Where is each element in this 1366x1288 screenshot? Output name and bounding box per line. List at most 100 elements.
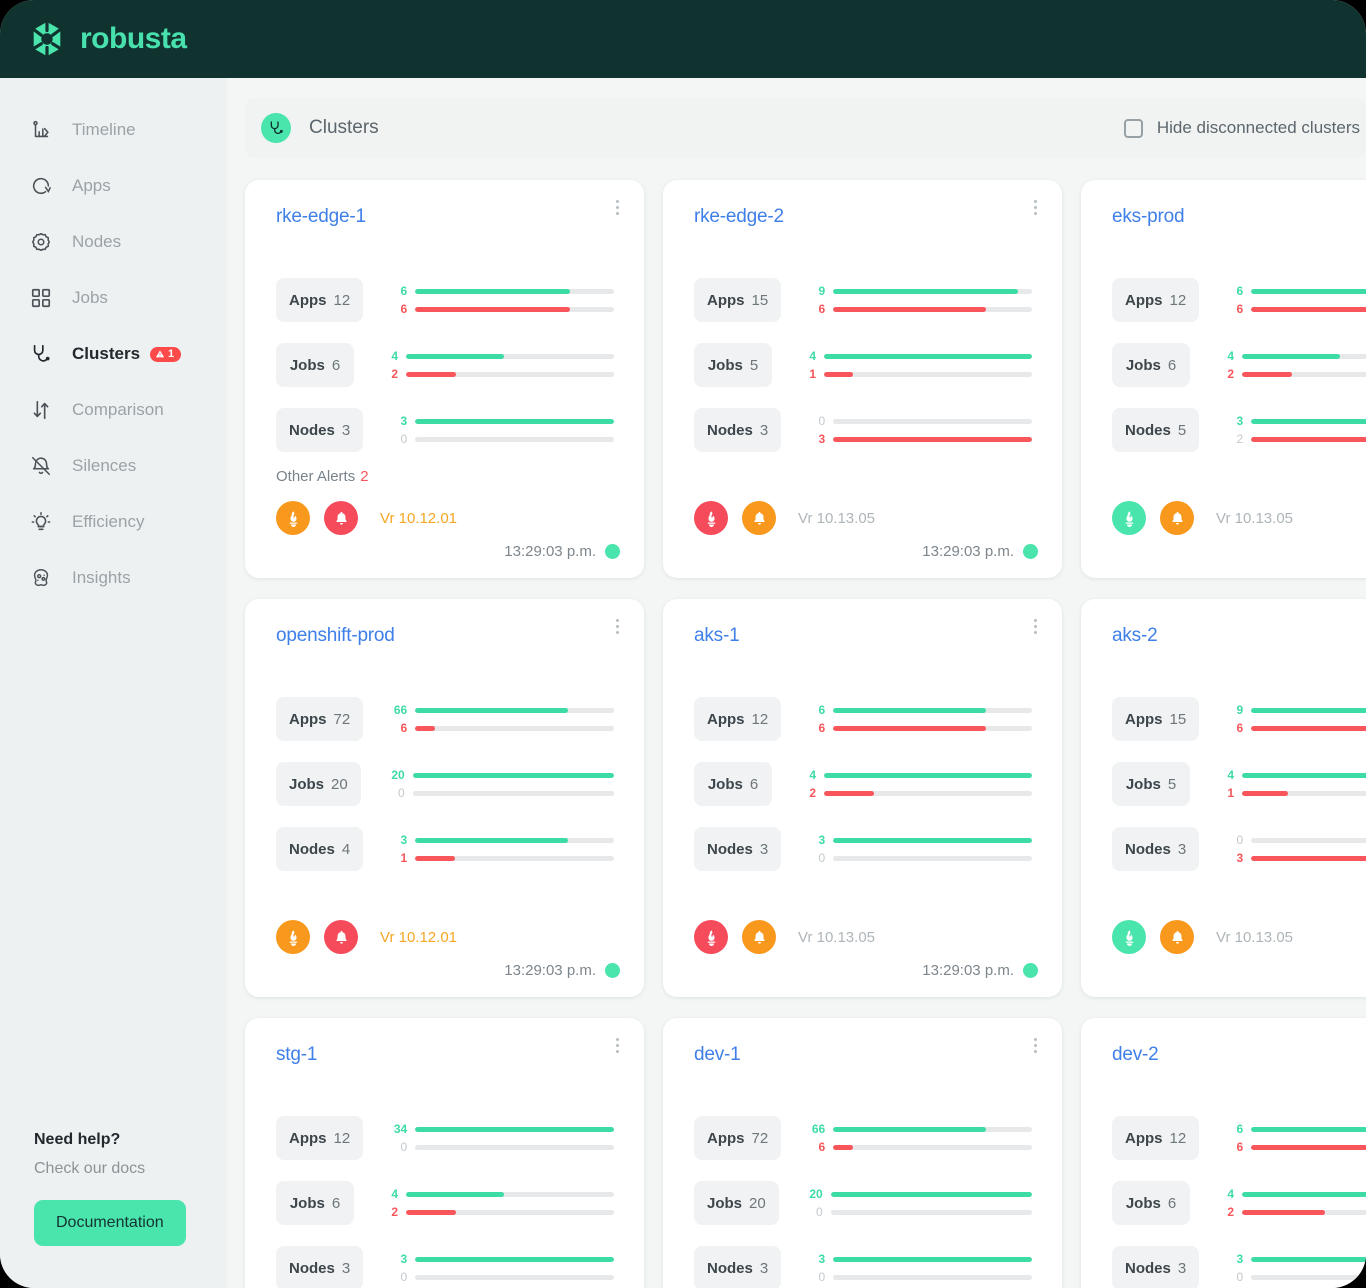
hide-disconnected-control[interactable]: Hide disconnected clusters xyxy=(1123,118,1366,138)
metric-chip-apps[interactable]: Apps 12 xyxy=(1112,1116,1200,1160)
bell-icon[interactable] xyxy=(324,920,358,954)
cluster-card[interactable]: openshift-prod Apps 72 66 6 Jobs 20 20 0 Nodes 4 3 1… xyxy=(245,599,644,997)
card-menu-icon[interactable] xyxy=(616,1038,620,1053)
sidebar-item-silences[interactable]: Silences xyxy=(0,438,227,494)
metric-chip-nodes[interactable]: Nodes 3 xyxy=(694,1246,782,1288)
sidebar-item-efficiency[interactable]: Efficiency xyxy=(0,494,227,550)
cluster-name-link[interactable]: rke-edge-2 xyxy=(694,206,784,227)
prometheus-icon[interactable] xyxy=(694,920,728,954)
metric-bar-value: 1 xyxy=(1227,786,1234,800)
cluster-name-link[interactable]: eks-prod xyxy=(1112,206,1185,227)
sidebar-item-timeline[interactable]: Timeline xyxy=(0,102,227,158)
metric-chip-nodes[interactable]: Nodes 5 xyxy=(1112,408,1200,452)
cluster-card[interactable]: rke-edge-2 Apps 15 9 6 Jobs 5 4 1 Nodes 3 0 3 Vr 10.1… xyxy=(663,180,1062,578)
metric-chip-nodes[interactable]: Nodes 3 xyxy=(276,1246,364,1288)
metric-bar-value: 6 xyxy=(400,284,408,298)
metric-chip-apps[interactable]: Apps 12 xyxy=(1112,278,1200,322)
cluster-card[interactable]: dev-1 Apps 72 66 6 Jobs 20 20 0 Nodes 3 3 0 xyxy=(663,1018,1062,1288)
metric-bars: 30 xyxy=(385,1250,614,1286)
metric-chip-jobs[interactable]: Jobs 5 xyxy=(1112,762,1190,806)
metric-chip-jobs[interactable]: Jobs 6 xyxy=(1112,343,1190,387)
metric-chip-nodes[interactable]: Nodes 3 xyxy=(694,827,782,871)
metric-chip-apps[interactable]: Apps 15 xyxy=(694,278,782,322)
card-menu-icon[interactable] xyxy=(616,200,620,215)
sidebar-item-nodes[interactable]: Nodes xyxy=(0,214,227,270)
bell-icon[interactable] xyxy=(324,501,358,535)
metric-bar-track xyxy=(1242,371,1366,377)
card-menu-icon[interactable] xyxy=(1034,1038,1038,1053)
metric-chip-jobs[interactable]: Jobs 5 xyxy=(694,343,772,387)
metric-chip-jobs[interactable]: Jobs 6 xyxy=(276,343,354,387)
cluster-card[interactable]: rke-edge-1 Apps 12 6 6 Jobs 6 4 2 Nodes 3 3 0 Other A… xyxy=(245,180,644,578)
metric-chip-nodes[interactable]: Nodes 3 xyxy=(276,408,364,452)
bell-icon[interactable] xyxy=(1160,920,1194,954)
metric-chip-jobs[interactable]: Jobs 6 xyxy=(694,762,772,806)
metric-count: 6 xyxy=(1167,1194,1177,1212)
metric-row: Nodes 3 0 3 xyxy=(1112,827,1366,871)
metric-chip-jobs[interactable]: Jobs 6 xyxy=(276,1181,354,1225)
cluster-name-link[interactable]: openshift-prod xyxy=(276,625,395,646)
metric-bar-track xyxy=(830,1191,1032,1197)
metric-label: Nodes xyxy=(289,840,335,858)
metric-bar-fill xyxy=(833,1144,854,1150)
sidebar-item-clusters[interactable]: Clusters 1 xyxy=(0,326,227,382)
metric-bar-value: 6 xyxy=(1236,302,1244,316)
cluster-name-link[interactable]: stg-1 xyxy=(276,1044,317,1065)
metric-chip-apps[interactable]: Apps 15 xyxy=(1112,697,1200,741)
card-footer: Vr 10.12.01 13:29:03 p.m. xyxy=(276,920,620,979)
metric-chip-nodes[interactable]: Nodes 3 xyxy=(694,408,782,452)
hide-disconnected-checkbox[interactable] xyxy=(1123,118,1143,138)
cluster-name-link[interactable]: dev-1 xyxy=(694,1044,741,1065)
metric-chip-jobs[interactable]: Jobs 20 xyxy=(694,1181,779,1225)
bell-icon[interactable] xyxy=(742,501,776,535)
sidebar-item-apps[interactable]: Apps xyxy=(0,158,227,214)
prometheus-icon[interactable] xyxy=(1112,501,1146,535)
metric-bar-line: 66 xyxy=(803,1120,1032,1138)
metric-chip-nodes[interactable]: Nodes 4 xyxy=(276,827,364,871)
card-menu-icon[interactable] xyxy=(616,619,620,634)
metric-chip-apps[interactable]: Apps 12 xyxy=(694,697,782,741)
cluster-card[interactable]: aks-1 Apps 12 6 6 Jobs 6 4 2 Nodes 3 3 0 Vr 10.13.05 1… xyxy=(663,599,1062,997)
card-menu-icon[interactable] xyxy=(1034,619,1038,634)
cluster-name-link[interactable]: rke-edge-1 xyxy=(276,206,366,227)
hide-disconnected-label: Hide disconnected clusters xyxy=(1156,118,1360,137)
metric-chip-apps[interactable]: Apps 72 xyxy=(276,697,364,741)
cluster-card[interactable]: stg-1 Apps 12 34 0 Jobs 6 4 2 Nodes 3 3 0 xyxy=(245,1018,644,1288)
sidebar-item-insights[interactable]: Insights xyxy=(0,550,227,606)
prometheus-icon[interactable] xyxy=(694,501,728,535)
cluster-card[interactable]: dev-2 Apps 12 6 6 Jobs 6 4 2 Nodes 3 3 0 xyxy=(1081,1018,1366,1288)
metric-chip-nodes[interactable]: Nodes 3 xyxy=(1112,827,1200,871)
metric-bar-line: 34 xyxy=(385,1120,614,1138)
metric-row: Jobs 20 20 0 xyxy=(276,762,614,806)
metric-bar-line: 6 xyxy=(385,300,614,318)
card-menu-icon[interactable] xyxy=(1034,200,1038,215)
cluster-name-link[interactable]: aks-1 xyxy=(694,625,740,646)
metric-bar-line: 3 xyxy=(803,1250,1032,1268)
metric-chip-jobs[interactable]: Jobs 6 xyxy=(1112,1181,1190,1225)
prometheus-icon[interactable] xyxy=(276,920,310,954)
sidebar-item-jobs[interactable]: Jobs xyxy=(0,270,227,326)
cluster-name-link[interactable]: aks-2 xyxy=(1112,625,1158,646)
metric-chip-apps[interactable]: Apps 12 xyxy=(276,1116,364,1160)
metric-bars: 96 xyxy=(803,282,1032,318)
bell-icon[interactable] xyxy=(742,920,776,954)
prometheus-icon[interactable] xyxy=(1112,920,1146,954)
metric-bar-track xyxy=(833,1274,1032,1280)
metric-chip-apps[interactable]: Apps 72 xyxy=(694,1116,782,1160)
metric-chip-apps[interactable]: Apps 12 xyxy=(276,278,364,322)
cluster-version: Vr 10.13.05 xyxy=(798,509,875,527)
bell-icon[interactable] xyxy=(1160,501,1194,535)
sidebar-item-comparison[interactable]: Comparison xyxy=(0,382,227,438)
help-subtitle: Check our docs xyxy=(34,1160,146,1177)
cluster-card[interactable]: eks-prod Apps 12 6 6 Jobs 6 4 2 Nodes 5 3 2 Vr 10.13.… xyxy=(1081,180,1366,578)
metric-row: Apps 15 9 6 xyxy=(1112,697,1366,741)
prometheus-icon[interactable] xyxy=(276,501,310,535)
cluster-card[interactable]: aks-2Apps1596Jobs541Nodes303Vr 10.13.051 xyxy=(1081,599,1366,997)
metric-bar-line: 9 xyxy=(1221,701,1366,719)
documentation-button[interactable]: Documentation xyxy=(34,1200,186,1246)
metric-chip-jobs[interactable]: Jobs 20 xyxy=(276,762,361,806)
metric-chip-nodes[interactable]: Nodes 3 xyxy=(1112,1246,1200,1288)
last-seen-time: 13:29:03 p.m. xyxy=(922,543,1014,560)
cluster-name-link[interactable]: dev-2 xyxy=(1112,1044,1159,1065)
metric-bar-value: 0 xyxy=(818,851,826,865)
